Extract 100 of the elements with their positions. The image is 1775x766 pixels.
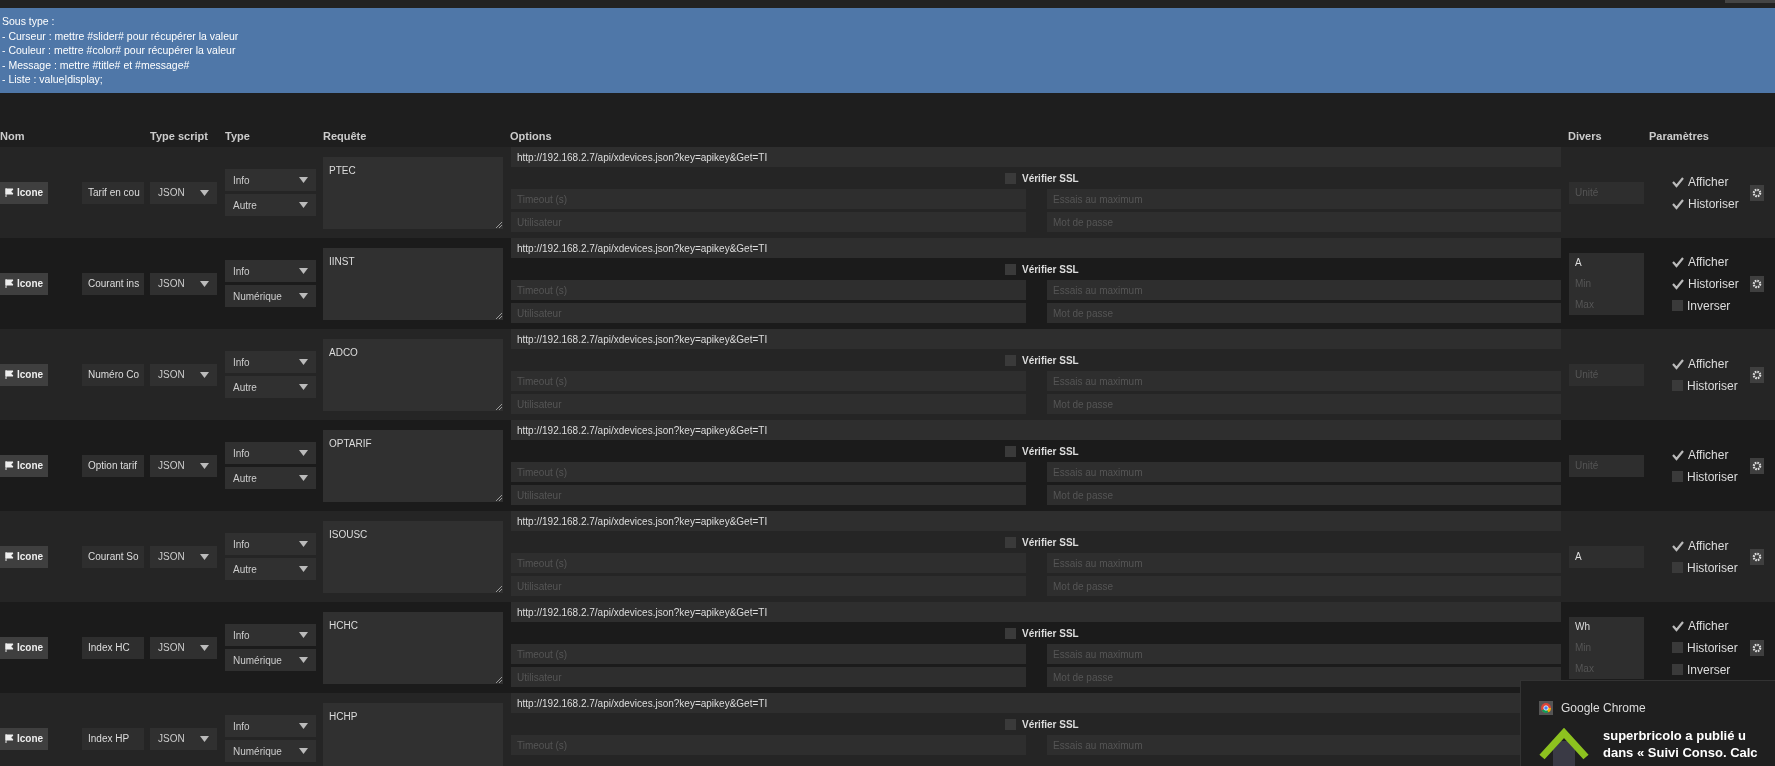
input-field[interactable]: Index HC [82,636,144,659]
icon-button[interactable]: Icone [0,636,49,659]
settings-button[interactable] [1750,275,1764,292]
settings-icon [1752,551,1762,562]
icon-button[interactable]: Icone [0,545,49,568]
param-label: Historiser [1687,559,1738,577]
input-field[interactable]: A [1569,545,1644,568]
flag-icon [5,370,14,379]
type-select[interactable]: Info [225,442,316,464]
param-label: Afficher [1688,446,1729,464]
house-icon [1539,727,1589,766]
input-field[interactable]: Courant ins [82,272,144,295]
input-field[interactable]: http://192.168.2.7/api/xdevices.json?key=apikey&Get=TI [511,238,1561,258]
settings-button[interactable] [1750,548,1764,565]
info-line: - Couleur : mettre #color# pour récupérer la valeur [2,43,237,58]
checkmark-icon[interactable] [1672,175,1684,188]
request-textarea[interactable]: ISOUSC [323,520,503,593]
icon-button[interactable]: Icone [0,727,49,750]
input-field[interactable]: Courant So [82,545,144,568]
icon-button[interactable]: Icone [0,181,49,204]
checkmark-icon[interactable] [1672,357,1684,370]
icon-button[interactable]: Icone [0,272,49,295]
input-field[interactable]: http://192.168.2.7/api/xdevices.json?key=apikey&Get=TI [511,329,1561,349]
script-select[interactable]: JSON [150,636,217,659]
checkmark-icon[interactable] [1672,539,1684,552]
input-field[interactable]: http://192.168.2.7/api/xdevices.json?key=apikey&Get=TI [511,147,1561,167]
checkbox[interactable] [1005,445,1016,457]
type-select[interactable]: Info [225,169,316,191]
script-select[interactable]: JSON [150,272,217,295]
checkbox[interactable] [1672,471,1683,482]
type-select[interactable]: Info [225,351,316,373]
icon-button[interactable]: Icone [0,363,49,386]
settings-button[interactable] [1750,366,1764,383]
request-textarea[interactable]: HCHC [323,611,503,684]
settings-icon [1752,460,1762,471]
ssl-label: Vérifier SSL [1022,626,1079,641]
param-label: Afficher [1688,253,1729,271]
caret-icon [200,189,209,196]
subtype-select[interactable]: Numérique [225,285,316,307]
checkbox[interactable] [1672,664,1683,675]
checkbox[interactable] [1672,300,1683,311]
input-field[interactable]: http://192.168.2.7/api/xdevices.json?key=apikey&Get=TI [511,511,1561,531]
column-header: Divers [1568,129,1602,142]
checkmark-icon[interactable] [1672,197,1684,210]
caret-icon [299,475,308,481]
caret-icon [200,280,209,287]
resize-handle-icon [495,220,502,228]
input-field[interactable]: Index HP [82,727,144,750]
param-label: Historiser [1687,377,1738,395]
input-field[interactable]: http://192.168.2.7/api/xdevices.json?key=apikey&Get=TI [511,420,1561,440]
column-header: Options [510,129,552,142]
request-textarea[interactable]: IINST [323,247,503,320]
param-label: Inverser [1687,661,1731,679]
request-textarea[interactable]: ADCO [323,338,503,411]
request-textarea[interactable]: OPTARIF [323,429,503,502]
input-field[interactable]: Option tarif [82,454,144,477]
resize-handle-icon [495,584,502,592]
checkmark-icon[interactable] [1672,448,1684,461]
settings-button[interactable] [1750,457,1764,474]
info-line: - Liste : value|display; [2,72,104,87]
checkbox[interactable] [1672,642,1683,653]
subtype-select[interactable]: Autre [225,467,316,489]
type-select[interactable]: Info [225,260,316,282]
param-label: Historiser [1687,468,1738,486]
script-select[interactable]: JSON [150,363,217,386]
input-field[interactable]: Tarif en cou [82,181,144,204]
script-select[interactable]: JSON [150,727,217,750]
caret-icon [299,384,308,390]
subtype-select[interactable]: Autre [225,558,316,580]
subtype-select[interactable]: Autre [225,376,316,398]
settings-button[interactable] [1750,184,1764,201]
input-field[interactable]: Numéro Co [82,363,144,386]
flag-icon [5,279,14,288]
script-select[interactable]: JSON [150,545,217,568]
notification-text: dans « Suivi Conso. Calc [1603,744,1758,761]
ssl-label: Vérifier SSL [1022,171,1079,186]
checkmark-icon[interactable] [1672,255,1684,268]
checkmark-icon[interactable] [1672,277,1684,290]
checkmark-icon[interactable] [1672,619,1684,632]
subtype-select[interactable]: Autre [225,194,316,216]
script-select[interactable]: JSON [150,454,217,477]
type-select[interactable]: Info [225,533,316,555]
subtype-select[interactable]: Numérique [225,740,316,762]
flag-icon [5,734,14,743]
request-textarea[interactable]: PTEC [323,156,503,229]
settings-icon [1752,642,1762,653]
type-select[interactable]: Info [225,624,316,646]
script-select[interactable]: JSON [150,181,217,204]
caret-icon [299,748,308,754]
type-select[interactable]: Info [225,715,316,737]
input-field[interactable]: http://192.168.2.7/api/xdevices.json?key=apikey&Get=TI [511,602,1561,622]
subtype-select[interactable]: Numérique [225,649,316,671]
request-textarea[interactable]: HCHP [323,702,503,766]
checkbox[interactable] [1005,263,1016,275]
caret-icon [299,268,308,274]
caret-icon [299,566,308,572]
checkbox[interactable] [1005,627,1016,639]
resize-handle-icon [495,402,502,410]
icon-button[interactable]: Icone [0,454,49,477]
settings-button[interactable] [1750,639,1764,656]
